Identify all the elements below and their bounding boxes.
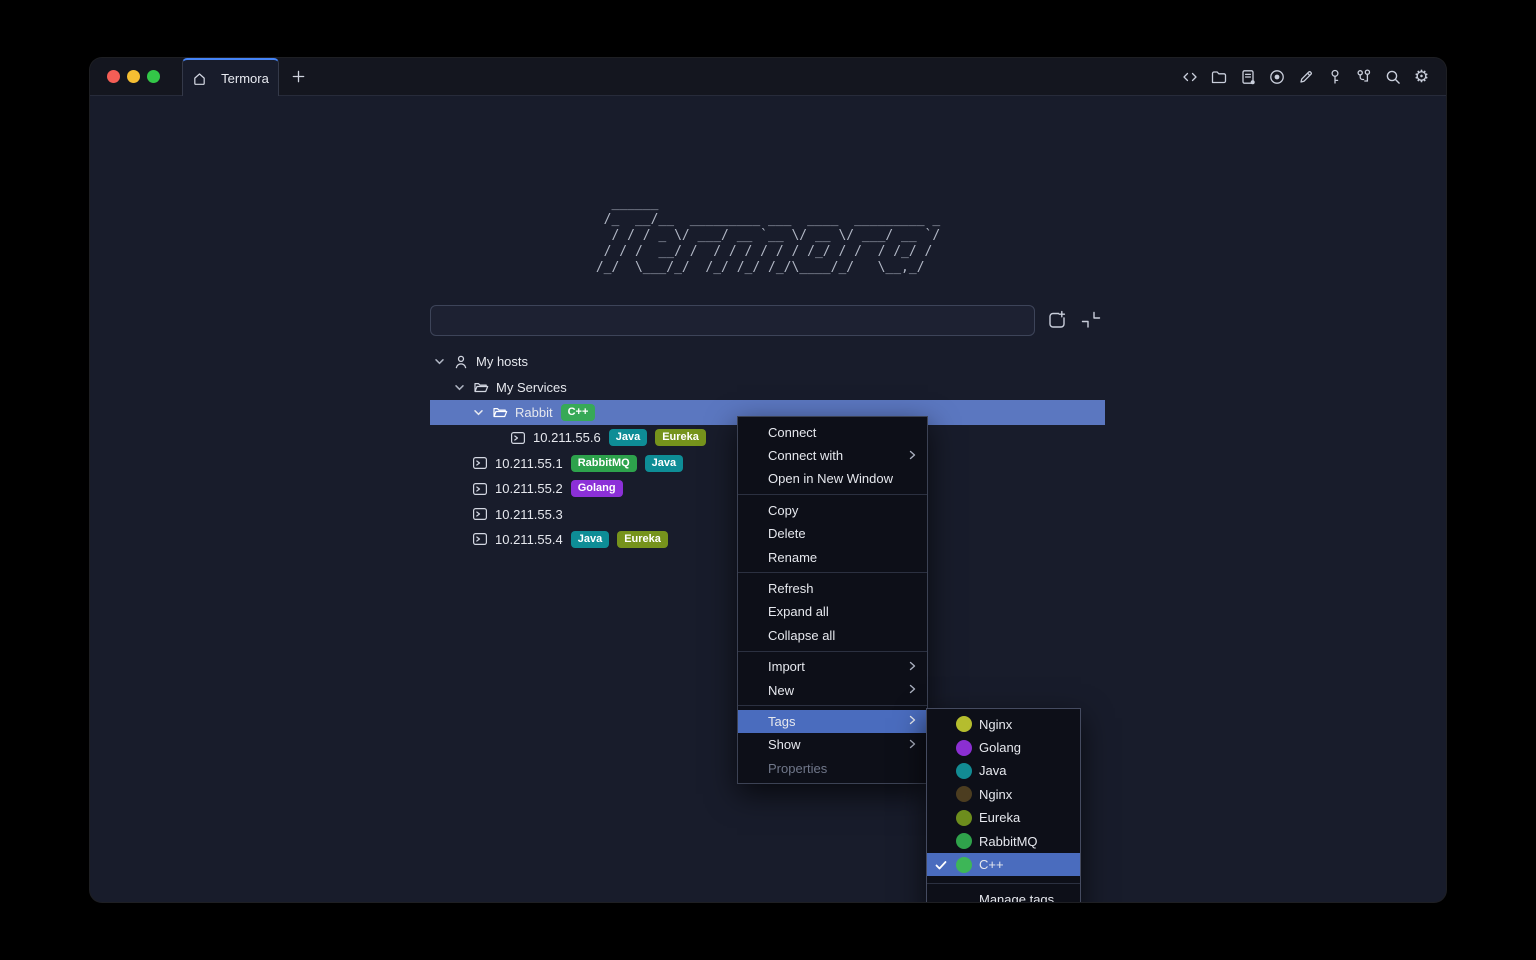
folder-open-icon: [473, 379, 489, 395]
tree-label: 10.211.55.6: [533, 430, 601, 445]
tag-badge: Java: [571, 531, 609, 548]
tag-option-rabbitmq[interactable]: RabbitMQ: [927, 829, 1080, 852]
submenu-arrow-icon: [907, 714, 918, 729]
submenu-arrow-icon: [907, 683, 918, 698]
tag-color-dot: [956, 763, 972, 779]
menu-item-new[interactable]: New: [738, 678, 927, 701]
user-icon: [453, 354, 469, 370]
tag-badge: C++: [561, 404, 596, 421]
menu-item-rename[interactable]: Rename: [738, 545, 927, 568]
zoom-window-button[interactable]: [147, 70, 160, 83]
tag-color-dot: [956, 786, 972, 802]
folder-icon[interactable]: [1209, 67, 1228, 86]
chevron-down-icon[interactable]: [472, 406, 485, 419]
tag-option-nginx[interactable]: Nginx: [927, 713, 1080, 736]
tree-row-my-hosts[interactable]: My hosts: [430, 349, 1105, 374]
checkmark-icon: [934, 858, 948, 872]
home-icon: [192, 71, 207, 86]
menu-item-connect[interactable]: Connect: [738, 421, 927, 444]
tag-color-dot: [956, 857, 972, 873]
collapse-all-icon[interactable]: [1080, 309, 1102, 331]
title-bar: Termora: [90, 58, 1446, 96]
context-menu: Connect Connect with Open in New Window …: [737, 416, 928, 784]
menu-item-connect-with[interactable]: Connect with: [738, 444, 927, 467]
terminal-host-icon: [472, 481, 488, 497]
menu-item-open-in-new-window[interactable]: Open in New Window: [738, 467, 927, 490]
submenu-arrow-icon: [907, 448, 918, 463]
tree-label: 10.211.55.4: [495, 532, 563, 547]
menu-item-collapse-all[interactable]: Collapse all: [738, 624, 927, 647]
tab-termora[interactable]: Termora: [182, 58, 279, 96]
tags-submenu: Nginx Golang Java Nginx: [926, 708, 1081, 902]
menu-item-delete[interactable]: Delete: [738, 522, 927, 545]
app-window: Termora: [90, 58, 1446, 902]
tab-title: Termora: [221, 71, 269, 86]
tree-label: 10.211.55.2: [495, 481, 563, 496]
submenu-arrow-icon: [907, 659, 918, 674]
tag-badge: RabbitMQ: [571, 455, 637, 472]
terminal-host-icon: [472, 455, 488, 471]
chevron-down-icon[interactable]: [453, 381, 466, 394]
menu-item-copy[interactable]: Copy: [738, 499, 927, 522]
tag-option-cpp[interactable]: C++: [927, 853, 1080, 876]
menu-separator: [927, 883, 1080, 884]
folder-open-icon: [492, 404, 508, 420]
tag-option-java[interactable]: Java: [927, 759, 1080, 782]
tag-color-dot: [956, 716, 972, 732]
close-window-button[interactable]: [107, 70, 120, 83]
code-icon[interactable]: [1180, 67, 1199, 86]
tag-color-dot: [956, 740, 972, 756]
tree-label: 10.211.55.3: [495, 507, 563, 522]
tag-badge: Java: [609, 429, 647, 446]
tag-color-dot: [956, 833, 972, 849]
tree-label: My hosts: [476, 354, 528, 369]
menu-item-show[interactable]: Show: [738, 733, 927, 756]
menu-item-properties: Properties: [738, 757, 927, 780]
toolbar-right: ⚙: [1180, 58, 1446, 95]
menu-item-tags[interactable]: Tags: [738, 710, 927, 733]
tree-row-my-services[interactable]: My Services: [430, 374, 1105, 399]
menu-item-refresh[interactable]: Refresh: [738, 577, 927, 600]
welcome-view: ______ /_ __/__ _________ ___ ____ _____…: [90, 96, 1446, 902]
log-icon[interactable]: [1238, 67, 1257, 86]
tag-option-golang[interactable]: Golang: [927, 736, 1080, 759]
tag-badge: Java: [645, 455, 683, 472]
tag-color-dot: [956, 810, 972, 826]
traffic-lights: [90, 58, 182, 95]
manage-tags-button[interactable]: Manage tags: [927, 888, 1080, 902]
minimize-window-button[interactable]: [127, 70, 140, 83]
search-icon[interactable]: [1383, 67, 1402, 86]
new-tab-button[interactable]: [279, 58, 317, 95]
terminal-host-icon: [472, 506, 488, 522]
tree-label: 10.211.55.1: [495, 456, 563, 471]
tag-option-eureka[interactable]: Eureka: [927, 806, 1080, 829]
tag-badge: Eureka: [617, 531, 668, 548]
menu-item-import[interactable]: Import: [738, 655, 927, 678]
key-icon[interactable]: [1325, 67, 1344, 86]
chevron-down-icon[interactable]: [433, 355, 446, 368]
add-host-icon[interactable]: [1046, 309, 1068, 331]
tag-option-nginx-2[interactable]: Nginx: [927, 783, 1080, 806]
keychain-icon[interactable]: [1354, 67, 1373, 86]
record-icon[interactable]: [1267, 67, 1286, 86]
tree-label: My Services: [496, 380, 567, 395]
menu-item-expand-all[interactable]: Expand all: [738, 600, 927, 623]
tag-badge: Golang: [571, 480, 623, 497]
settings-gear-icon[interactable]: ⚙: [1412, 67, 1431, 86]
terminal-host-icon: [510, 430, 526, 446]
tag-badge: Eureka: [655, 429, 706, 446]
submenu-arrow-icon: [907, 737, 918, 752]
edit-icon[interactable]: [1296, 67, 1315, 86]
tree-label: Rabbit: [515, 405, 553, 420]
termora-ascii-logo: ______ /_ __/__ _________ ___ ____ _____…: [596, 196, 940, 276]
terminal-host-icon: [472, 531, 488, 547]
host-filter-input[interactable]: [430, 305, 1035, 336]
